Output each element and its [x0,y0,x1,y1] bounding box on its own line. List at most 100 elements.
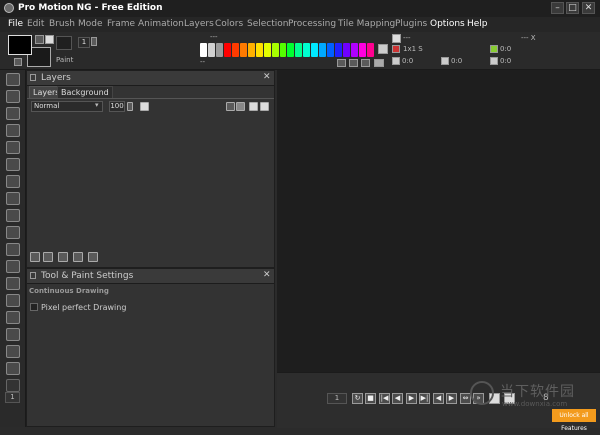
palette-color-7[interactable] [255,43,263,57]
transparency-icon[interactable] [236,102,245,111]
palette-color-6[interactable] [247,43,255,57]
lock-tool-icon[interactable] [6,260,20,273]
smudge-tool-icon[interactable] [6,192,20,205]
leftbar-frame-field[interactable]: 1 [5,392,20,403]
frame-number-field[interactable]: 1 [327,393,347,404]
brush-size-field[interactable]: 1 [78,37,90,48]
grid-tool-icon[interactable] [6,226,20,239]
palette-color-15[interactable] [319,43,327,57]
menu-plugins[interactable]: Plugins [395,19,427,29]
line-tool-icon[interactable] [6,107,20,120]
palette-arrows-icon[interactable] [337,59,346,67]
first-frame-icon[interactable]: |◀ [379,393,390,404]
ellipse-tool-icon[interactable] [6,124,20,137]
chevron-down-icon[interactable]: ▾ [95,101,99,109]
pencil-tool-icon[interactable] [6,90,20,103]
menu-animation[interactable]: Animation [138,19,184,29]
palette-color-4[interactable] [231,43,239,57]
merge-layer-icon[interactable] [73,252,83,262]
menu-selection[interactable]: Selection [247,19,288,29]
last-frame-icon[interactable]: ▶| [419,393,430,404]
menu-options[interactable]: Options [430,19,465,29]
blend-mode-select[interactable]: Normal [31,101,103,112]
close-panel-icon[interactable]: ✕ [263,73,271,82]
play-icon[interactable]: ▶ [446,393,457,404]
menu-processing[interactable]: Processing [288,19,336,29]
palette-grid-icon[interactable] [378,44,388,54]
maximize-button[interactable]: □ [566,2,579,14]
rgb-tool-icon[interactable] [6,345,20,358]
foreground-color-swatch[interactable] [8,35,32,55]
palette-color-10[interactable] [279,43,287,57]
palette-color-13[interactable] [303,43,311,57]
palette-color-21[interactable] [367,43,374,57]
minimize-button[interactable]: – [551,2,564,14]
layer-thumb-icon[interactable] [140,102,149,111]
palette-color-18[interactable] [343,43,351,57]
palette-color-11[interactable] [287,43,295,57]
spray-tool-icon[interactable] [6,175,20,188]
palette-color-0[interactable] [200,43,207,57]
menu-file[interactable]: File [8,19,23,29]
swap-colors-icon[interactable] [35,35,44,44]
brush-preview[interactable] [56,36,72,50]
prev-frame-icon[interactable]: ◀ [392,393,403,404]
text-tool-icon[interactable] [6,328,20,341]
opacity-stepper-icon[interactable] [127,102,133,111]
color-cycle-tool-icon[interactable] [6,362,20,375]
palette-color-17[interactable] [335,43,343,57]
palette-color-19[interactable] [351,43,359,57]
layer-settings-icon[interactable] [88,252,98,262]
add-layer-icon[interactable] [30,252,40,262]
layer-properties-icon[interactable] [249,102,258,111]
eraser-tool-icon[interactable] [6,294,20,307]
default-colors-icon[interactable] [45,35,54,44]
pixel-perfect-checkbox[interactable] [30,303,38,311]
palette-color-16[interactable] [327,43,335,57]
pin-icon[interactable] [30,272,36,279]
brush-size-stepper-icon[interactable] [91,37,97,46]
drawing-canvas[interactable] [277,70,600,372]
palette-color-1[interactable] [207,43,215,57]
select-tool-icon[interactable] [6,73,20,86]
menu-mode[interactable]: Mode [78,19,103,29]
rect-tool-icon[interactable] [6,141,20,154]
palette-color-12[interactable] [295,43,303,57]
palette-forward-icon[interactable] [361,59,370,67]
stop-icon[interactable]: ■ [365,393,376,404]
palette-color-8[interactable] [263,43,271,57]
pin-icon[interactable] [30,74,36,81]
eyedropper-tool-icon[interactable] [6,209,20,222]
color-palette[interactable] [200,43,375,57]
palette-color-9[interactable] [271,43,279,57]
layer-options-icon[interactable] [260,102,269,111]
duplicate-layer-icon[interactable] [43,252,53,262]
next-frame-icon[interactable]: ▶ [406,393,417,404]
menu-tile-mapping[interactable]: Tile Mapping [338,19,395,29]
menu-frame[interactable]: Frame [107,19,135,29]
lock-icon[interactable] [226,102,235,111]
play-back-icon[interactable]: ◀ [433,393,444,404]
fill-tool-icon[interactable] [6,158,20,171]
menu-help[interactable]: Help [467,19,488,29]
hand-tool-icon[interactable] [6,311,20,324]
palette-color-2[interactable] [215,43,223,57]
opacity-field[interactable]: 100 [109,101,125,112]
rotate-tool-icon[interactable] [6,277,20,290]
palette-color-14[interactable] [311,43,319,57]
menu-edit[interactable]: Edit [27,19,44,29]
palette-color-20[interactable] [359,43,367,57]
palette-move-icon[interactable] [349,59,358,67]
close-button[interactable]: ✕ [582,2,595,14]
menu-colors[interactable]: Colors [215,19,243,29]
stamp-tool-icon[interactable] [6,243,20,256]
menu-layers[interactable]: Layers [184,19,214,29]
loop-icon[interactable]: ↻ [352,393,363,404]
palette-color-3[interactable] [223,43,231,57]
more-tools-icon[interactable] [6,379,20,392]
palette-eyedrop-icon[interactable] [374,59,384,67]
close-panel-icon[interactable]: ✕ [263,271,271,280]
delete-layer-icon[interactable] [58,252,68,262]
unlock-features-button[interactable]: Unlock all Features [552,409,596,432]
palette-color-5[interactable] [239,43,247,57]
